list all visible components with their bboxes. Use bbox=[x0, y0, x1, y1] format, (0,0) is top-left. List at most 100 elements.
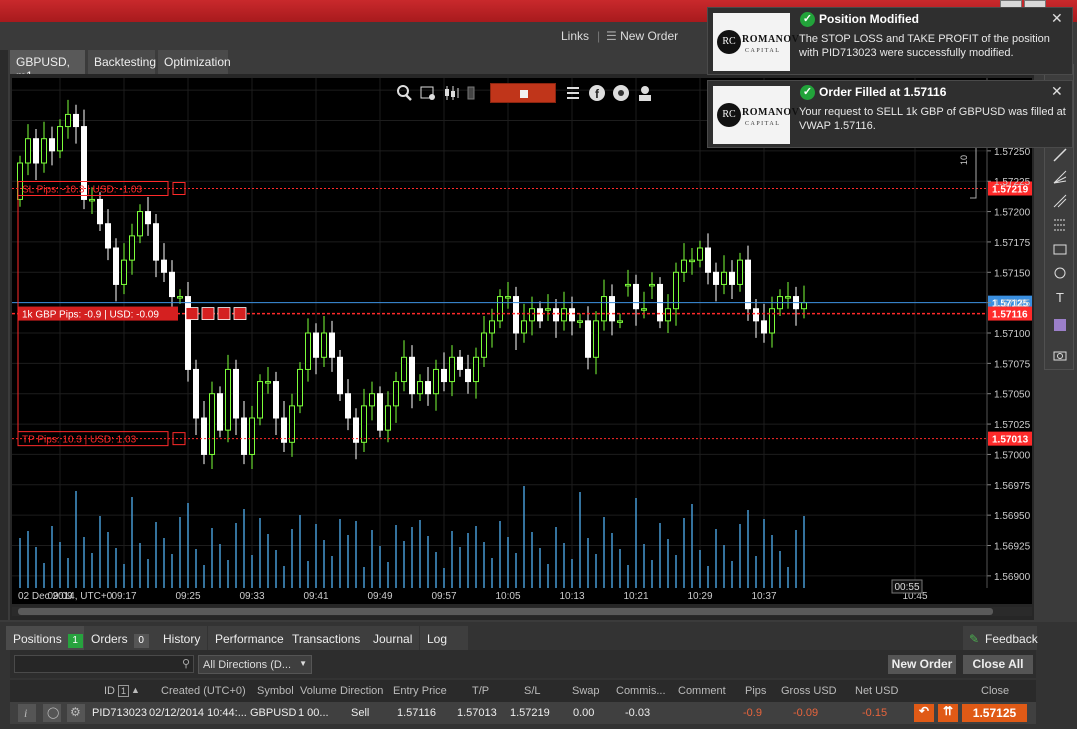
tab-backtesting[interactable]: Backtesting bbox=[88, 50, 156, 74]
shield-icon[interactable]: ◯ bbox=[43, 704, 61, 722]
double-position-button[interactable]: ⇈ bbox=[938, 704, 958, 722]
tab-gbpusd-m1[interactable]: GBPUSD, m1 bbox=[10, 50, 85, 83]
table-row[interactable]: PID713023 02/12/2014 10:44:... GBPUSD 1 … bbox=[10, 702, 1036, 724]
cell-net-usd: -0.15 bbox=[862, 707, 888, 719]
tab-positions[interactable]: Positions 1 bbox=[6, 626, 90, 650]
line-tool-icon[interactable] bbox=[1052, 147, 1068, 163]
candle-body bbox=[193, 368, 199, 419]
close-icon[interactable]: ✕ bbox=[1051, 10, 1063, 27]
price-tick-label: 1.57150 bbox=[994, 268, 1031, 279]
fibonacci-retracement-icon[interactable] bbox=[1052, 217, 1068, 233]
search-input[interactable]: ⚲ bbox=[14, 655, 194, 673]
color-picker-icon[interactable] bbox=[1052, 317, 1068, 333]
position-action-icon bbox=[233, 307, 247, 320]
col-gross-usd[interactable]: Gross USD bbox=[781, 685, 837, 697]
share-icon[interactable] bbox=[611, 83, 631, 103]
stop-button[interactable] bbox=[490, 83, 556, 103]
col-symbol[interactable]: Symbol bbox=[257, 685, 294, 697]
position-action-icon bbox=[201, 307, 215, 320]
tab-performance[interactable]: Performance bbox=[208, 626, 291, 650]
col-comment[interactable]: Comment bbox=[678, 685, 726, 697]
col-created[interactable]: Created (UTC+0) bbox=[161, 685, 246, 697]
direction-filter-select[interactable]: All Directions (D... ▼ bbox=[198, 655, 312, 674]
candle-body bbox=[753, 308, 759, 322]
cell-commission: -0.03 bbox=[625, 707, 651, 719]
col-commission[interactable]: Commis... bbox=[616, 685, 666, 697]
candle-body bbox=[577, 320, 583, 323]
col-pips[interactable]: Pips bbox=[745, 685, 766, 697]
facebook-icon[interactable]: f bbox=[587, 83, 607, 103]
col-volume[interactable]: Volume bbox=[300, 685, 337, 697]
position-action-icon bbox=[217, 307, 231, 320]
feedback-label: Feedback bbox=[985, 632, 1038, 646]
col-tp[interactable]: T/P bbox=[472, 685, 489, 697]
candle-body bbox=[257, 381, 263, 419]
new-order-button[interactable]: ☰ New Order bbox=[606, 29, 678, 43]
text-tool-icon[interactable]: T bbox=[1052, 289, 1068, 305]
feedback-icon: ✎ bbox=[969, 632, 980, 646]
feedback-button[interactable]: ✎ Feedback bbox=[963, 626, 1038, 650]
chart-settings-icon[interactable] bbox=[418, 83, 438, 103]
search-icon: ⚲ bbox=[181, 658, 190, 670]
rectangle-tool-icon[interactable] bbox=[1052, 241, 1068, 257]
candle-body bbox=[433, 368, 439, 395]
stop-loss-tag-label: SL Pips: -10.3 | USD: -1.03 bbox=[22, 185, 142, 196]
candle-body bbox=[673, 271, 679, 310]
notification-position-modified[interactable]: RC ROMANOV CAPITAL ✓ Position Modified T… bbox=[707, 7, 1073, 75]
gear-icon[interactable]: ⚙ bbox=[67, 704, 85, 722]
chart-type-icon[interactable] bbox=[442, 83, 462, 103]
candle-body bbox=[721, 271, 727, 285]
logo-monogram: RC bbox=[717, 30, 741, 54]
pitchfork-icon[interactable] bbox=[1052, 193, 1068, 209]
close-all-button[interactable]: Close All bbox=[963, 655, 1033, 674]
candle-body bbox=[553, 308, 559, 322]
tab-transactions[interactable]: Transactions bbox=[285, 626, 368, 650]
fibonacci-fan-icon[interactable] bbox=[1052, 169, 1068, 185]
user-icon[interactable] bbox=[635, 83, 655, 103]
timeframe-icon[interactable] bbox=[466, 83, 486, 103]
close-position-button[interactable]: 1.57125 bbox=[962, 704, 1027, 722]
price-tick-label: 1.57075 bbox=[994, 359, 1031, 370]
position-tag-label: 1k GBP Pips: -0.9 | USD: -0.09 bbox=[22, 310, 159, 321]
reverse-position-button[interactable]: ↶ bbox=[914, 704, 934, 722]
col-net-usd[interactable]: Net USD bbox=[855, 685, 898, 697]
price-chart[interactable]: 1.57219SL Pips: -10.3 | USD: -1.031.5701… bbox=[12, 78, 1032, 604]
tab-orders[interactable]: Orders 0 bbox=[84, 626, 156, 650]
logo-sub: CAPITAL bbox=[745, 121, 781, 127]
candle-body bbox=[89, 198, 95, 202]
tab-journal[interactable]: Journal bbox=[366, 626, 420, 650]
tab-log[interactable]: Log bbox=[420, 626, 468, 650]
col-id[interactable]: ID bbox=[104, 685, 115, 697]
chart-background bbox=[12, 78, 1032, 604]
candle-body bbox=[521, 320, 527, 334]
col-direction[interactable]: Direction bbox=[340, 685, 383, 697]
logo-brand: ROMANOV bbox=[742, 107, 800, 118]
list-icon[interactable] bbox=[563, 83, 583, 103]
candle-body bbox=[209, 393, 215, 455]
scrollbar-thumb[interactable] bbox=[18, 608, 993, 615]
col-close[interactable]: Close bbox=[981, 685, 1009, 697]
candle-body bbox=[225, 368, 231, 431]
tab-optimization[interactable]: Optimization bbox=[158, 50, 231, 74]
close-icon[interactable]: ✕ bbox=[1051, 83, 1063, 100]
candle-body bbox=[201, 417, 207, 455]
notification-order-filled[interactable]: RC ROMANOV CAPITAL ✓ Order Filled at 1.5… bbox=[707, 80, 1073, 148]
new-order-panel-button[interactable]: New Order bbox=[888, 655, 956, 674]
tab-history[interactable]: History bbox=[156, 626, 208, 650]
candle-body bbox=[297, 368, 303, 407]
candle-body bbox=[401, 356, 407, 383]
links-button[interactable]: Links | bbox=[561, 29, 600, 43]
cell-sl: 1.57219 bbox=[510, 707, 550, 719]
zoom-icon[interactable] bbox=[394, 83, 414, 103]
ellipse-tool-icon[interactable] bbox=[1052, 265, 1068, 281]
candle-body bbox=[313, 332, 319, 358]
price-tick-label: 1.57200 bbox=[994, 208, 1031, 219]
col-sl[interactable]: S/L bbox=[524, 685, 541, 697]
camera-icon[interactable] bbox=[1052, 347, 1068, 363]
col-swap[interactable]: Swap bbox=[572, 685, 600, 697]
info-icon[interactable]: i bbox=[18, 704, 36, 722]
chart-horizontal-scrollbar[interactable] bbox=[12, 607, 1032, 616]
col-entry-price[interactable]: Entry Price bbox=[393, 685, 447, 697]
app-window: Links| ☰ New Order GBPUSD, m1 Backtestin… bbox=[0, 0, 1077, 729]
candle-body bbox=[25, 138, 31, 164]
